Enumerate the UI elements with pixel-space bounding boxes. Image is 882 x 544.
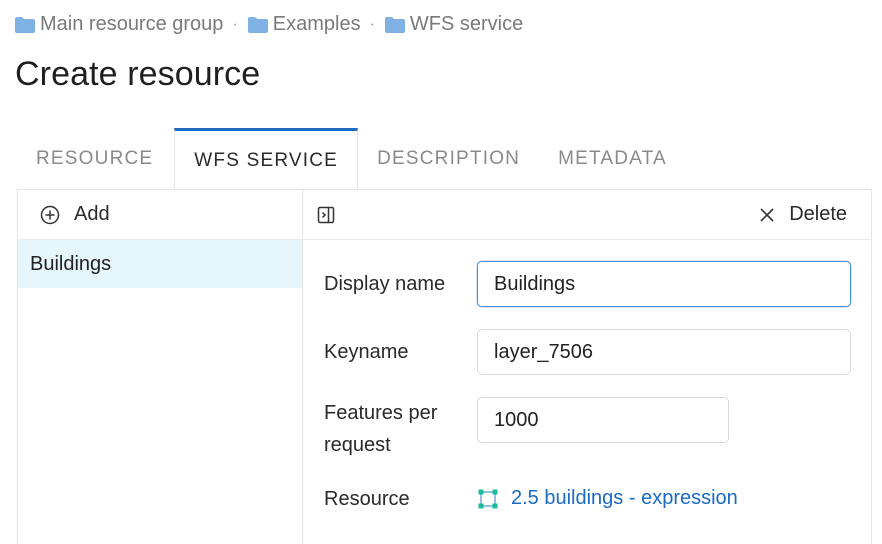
keyname-input[interactable]	[477, 329, 851, 375]
editor-toolbar: Delete	[303, 190, 871, 240]
features-per-request-label-line2: request	[324, 434, 391, 456]
tab-resource[interactable]: RESOURCE	[17, 128, 172, 190]
close-icon	[760, 207, 774, 222]
display-name-input[interactable]	[477, 261, 851, 307]
tab-metadata[interactable]: METADATA	[539, 128, 686, 190]
page: Main resource group · Examples · WFS ser…	[0, 0, 882, 544]
keyname-row: Keyname	[324, 336, 474, 368]
tab-bar: RESOURCE WFS SERVICE DESCRIPTION METADAT…	[17, 128, 872, 190]
list-item-label: Buildings	[30, 252, 112, 275]
panel-toggle-icon[interactable]	[317, 206, 335, 224]
features-per-request-row: Features per request	[324, 397, 474, 461]
page-title: Create resource	[15, 55, 261, 93]
breadcrumb-label: WFS service	[409, 13, 524, 35]
breadcrumb-item-examples[interactable]: Examples	[247, 13, 361, 36]
breadcrumb-item-main-resource-group[interactable]: Main resource group	[14, 13, 223, 36]
folder-icon	[384, 16, 405, 33]
features-per-request-input[interactable]	[477, 397, 729, 443]
add-label: Add	[74, 203, 110, 225]
layer-list: Add Buildings	[18, 190, 303, 544]
breadcrumb-separator: ·	[369, 15, 375, 33]
list-item-buildings[interactable]: Buildings	[18, 240, 302, 288]
folder-icon	[247, 16, 268, 33]
resource-row: Resource	[324, 483, 474, 515]
breadcrumb: Main resource group · Examples · WFS ser…	[14, 13, 523, 36]
display-name-row: Display name	[324, 268, 474, 300]
resource-label: Resource	[324, 488, 410, 510]
add-button[interactable]: Add	[18, 190, 302, 240]
resource-link[interactable]: 2.5 buildings - expression	[477, 487, 738, 510]
breadcrumb-separator: ·	[232, 15, 238, 33]
delete-label: Delete	[789, 203, 847, 225]
vector-layer-icon	[478, 489, 498, 508]
keyname-label: Keyname	[324, 341, 409, 363]
breadcrumb-label: Examples	[272, 13, 361, 35]
folder-icon	[15, 16, 35, 33]
resource-link-label: 2.5 buildings - expression	[511, 487, 738, 509]
display-name-label: Display name	[324, 273, 446, 295]
tab-description[interactable]: DESCRIPTION	[358, 128, 539, 190]
plus-circle-icon	[40, 205, 60, 224]
layer-editor: Delete Display name Keyname Features per…	[303, 190, 871, 544]
delete-button[interactable]: Delete	[759, 203, 847, 226]
breadcrumb-item-wfs-service[interactable]: WFS service	[384, 13, 523, 36]
breadcrumb-label: Main resource group	[40, 13, 224, 35]
features-per-request-label-line1: Features per	[324, 402, 438, 424]
layers-panel: Add Buildings Delete Display name Buildi…	[17, 189, 872, 544]
tab-wfs-service[interactable]: WFS SERVICE	[174, 128, 359, 190]
